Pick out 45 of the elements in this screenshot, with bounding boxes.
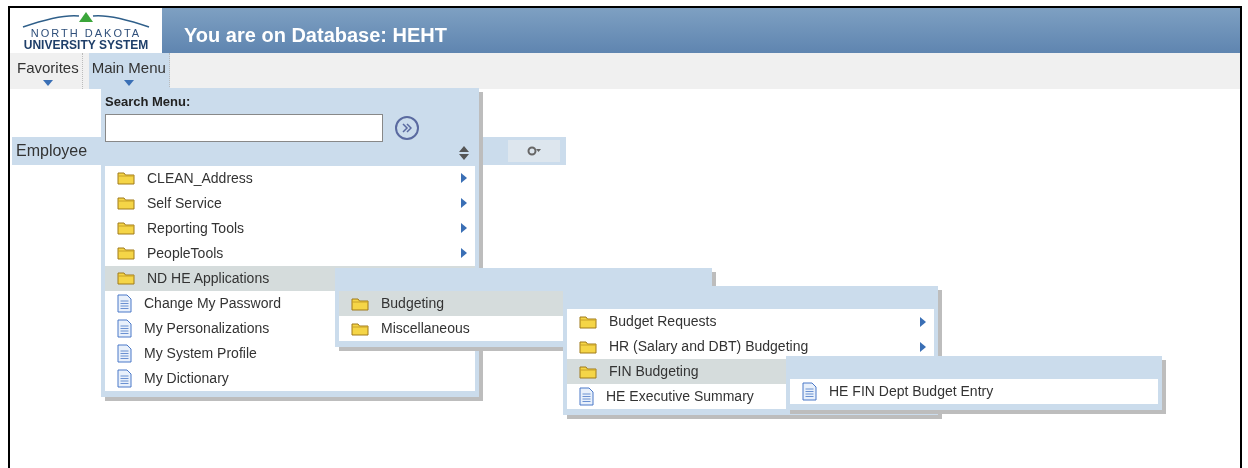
search-go-button[interactable]	[395, 115, 419, 140]
document-icon	[579, 387, 594, 406]
folder-icon	[117, 171, 135, 185]
submenu-arrow-icon	[920, 316, 926, 327]
submenu-arrow-icon	[461, 198, 467, 208]
menu-item[interactable]: Self Service	[105, 190, 475, 216]
menu-item[interactable]: PeopleTools	[105, 240, 475, 266]
menu-item[interactable]: Reporting Tools	[105, 215, 475, 241]
folder-icon	[117, 196, 135, 210]
menu-item[interactable]: HE FIN Dept Budget Entry	[790, 379, 1158, 404]
search-field[interactable]	[105, 113, 383, 142]
menu-item[interactable]: HR (Salary and DBT) Budgeting	[567, 334, 934, 359]
folder-icon	[351, 296, 369, 311]
menu-item[interactable]: My Dictionary	[105, 365, 475, 391]
folder-icon	[579, 339, 597, 354]
submenu-arrow-icon	[461, 223, 467, 233]
double-chevron-icon	[402, 122, 412, 133]
nav-tab[interactable]: Main Menu	[88, 53, 170, 89]
caret-icon	[123, 79, 134, 86]
folder-icon	[579, 314, 597, 329]
settings-button[interactable]	[508, 140, 560, 162]
submenu-arrow-icon	[920, 341, 926, 352]
document-icon	[117, 293, 132, 313]
document-icon	[117, 368, 132, 388]
document-icon	[117, 318, 132, 338]
search-label: Search Menu:	[105, 93, 192, 111]
caret-icon	[42, 79, 53, 86]
document-icon	[802, 382, 817, 401]
logo-emblem-icon	[21, 12, 151, 28]
folder-icon	[117, 246, 135, 260]
folder-icon	[579, 364, 597, 379]
document-icon	[117, 343, 132, 363]
employee-label: Employee	[16, 141, 88, 161]
menu-item[interactable]: Budget Requests	[567, 309, 934, 334]
nav-tab[interactable]: Favorites	[14, 53, 83, 89]
sort-icon[interactable]	[459, 145, 469, 160]
database-title: You are on Database: HEHT	[184, 24, 448, 46]
submenu-arrow-icon	[461, 248, 467, 258]
folder-icon	[117, 221, 135, 235]
logo-text: NORTH DAKOTA	[30, 28, 142, 39]
submenu-arrow-icon	[461, 173, 467, 183]
logo-text: UNIVERSITY SYSTEM	[23, 39, 149, 51]
folder-icon	[351, 321, 369, 336]
folder-icon	[117, 271, 135, 285]
menu-item[interactable]: CLEAN_Address	[105, 165, 475, 191]
